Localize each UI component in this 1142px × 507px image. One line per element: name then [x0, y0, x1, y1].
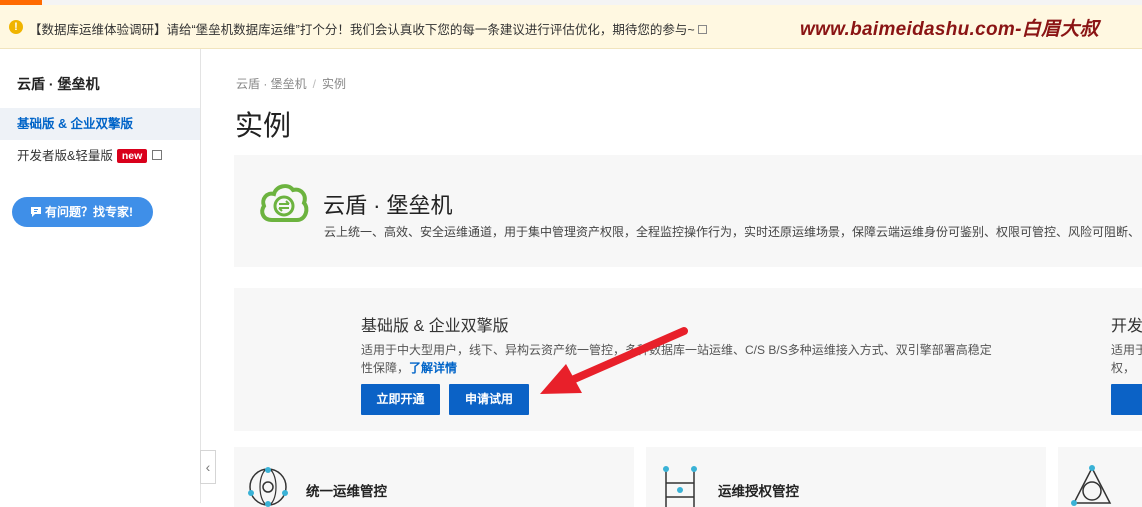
external-link-icon	[697, 25, 707, 34]
developer-edition-button[interactable]	[1111, 384, 1142, 415]
product-intro-card: 云盾 · 堡垒机 云上统一、高效、安全运维通道，用于集中管理资产权限，全程监控操…	[234, 155, 1142, 267]
edition-title-developer: 开发	[1111, 318, 1142, 335]
risk-icon	[1071, 465, 1112, 506]
edition-description-basic: 适用于中大型用户，线下、异构云资产统一管控，多种数据库一站运维、C/S B/S多…	[361, 343, 992, 375]
breadcrumb: 云盾 · 堡垒机 / 实例	[236, 77, 347, 91]
product-name: 云盾 · 堡垒机	[323, 193, 453, 218]
edition-title-basic: 基础版 & 企业双擎版	[361, 318, 509, 335]
survey-banner-text: 【数据库运维体验调研】请给“堡垒机数据库运维”打个分！我们会认真收下您的每一条建…	[29, 23, 695, 37]
feature-label-unified-ops: 统一运维管控	[306, 484, 387, 499]
apply-trial-button[interactable]: 申请试用	[449, 384, 529, 415]
unified-ops-icon	[248, 467, 288, 507]
feature-label-authorization: 运维授权管控	[718, 484, 799, 499]
survey-banner: ! 【数据库运维体验调研】请给“堡垒机数据库运维”打个分！我们会认真收下您的每一…	[0, 5, 1142, 49]
sidebar-item-basic-enterprise[interactable]: 基础版 & 企业双擎版	[0, 108, 200, 140]
activate-now-button[interactable]: 立即开通	[361, 384, 440, 415]
edition-description-developer: 适用于 权，	[1111, 343, 1142, 375]
ask-expert-button[interactable]: 有问题？找专家!	[12, 197, 153, 227]
expert-chat-icon	[31, 207, 41, 217]
bastion-cloud-logo-icon	[260, 184, 309, 222]
page-title: 实例	[235, 110, 292, 141]
authorization-icon	[663, 466, 697, 507]
breadcrumb-item-current: 实例	[322, 77, 347, 91]
warning-icon: !	[9, 20, 23, 34]
learn-more-link[interactable]: 了解详情	[409, 361, 457, 375]
sidebar: 云盾 · 堡垒机 基础版 & 企业双擎版 开发者版&轻量版 new 有问题？找专家…	[0, 49, 201, 503]
sidebar-title: 云盾 · 堡垒机	[17, 76, 100, 92]
breadcrumb-item-product[interactable]: 云盾 · 堡垒机	[236, 77, 307, 91]
sidebar-item-label: 开发者版&轻量版	[17, 149, 113, 163]
editions-panel: 基础版 & 企业双擎版 适用于中大型用户，线下、异构云资产统一管控，多种数据库一…	[234, 288, 1142, 431]
sidebar-collapse-chevron-icon[interactable]: ‹	[200, 450, 216, 484]
feature-card-authorization[interactable]: 运维授权管控	[646, 447, 1046, 507]
feature-card-risk[interactable]	[1058, 447, 1142, 507]
sidebar-item-developer-lite[interactable]: 开发者版&轻量版 new	[0, 140, 200, 172]
survey-banner-link[interactable]: 【数据库运维体验调研】请给“堡垒机数据库运维”打个分！我们会认真收下您的每一条建…	[29, 19, 707, 38]
ask-expert-label: 有问题？找专家!	[45, 205, 133, 219]
watermark-text: www.baimeidashu.com-白眉大叔	[800, 19, 1099, 40]
product-description: 云上统一、高效、安全运维通道，用于集中管理资产权限，全程监控操作行为，实时还原运…	[324, 225, 1141, 239]
new-badge: new	[116, 149, 148, 163]
sidebar-item-label: 基础版 & 企业双擎版	[17, 117, 133, 131]
external-link-icon	[152, 150, 163, 160]
feature-card-unified-ops[interactable]: 统一运维管控	[234, 447, 634, 507]
